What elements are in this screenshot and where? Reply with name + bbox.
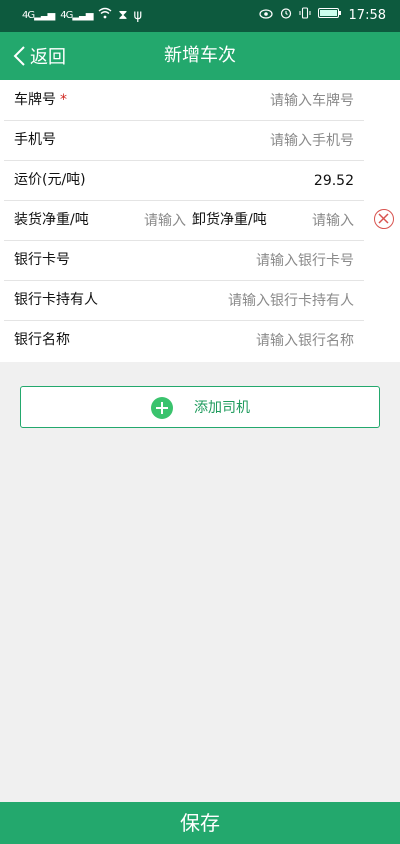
close-icon xyxy=(378,213,389,224)
trip-form: 车牌号* 手机号 运价(元/吨) 装货净重/吨 卸货净重/吨 银行卡号 银行卡持… xyxy=(0,80,400,362)
plus-icon xyxy=(151,397,173,419)
bank-card-label: 银行卡号 xyxy=(14,252,70,268)
hourglass-icon: ⧗ xyxy=(118,7,128,23)
freight-label: 运价(元/吨) xyxy=(14,172,86,188)
freight-row: 运价(元/吨) xyxy=(4,160,364,201)
chevron-left-icon xyxy=(13,46,25,66)
card-holder-input[interactable] xyxy=(152,286,356,316)
bank-name-input[interactable] xyxy=(152,326,356,356)
vibrate-icon xyxy=(299,7,311,23)
wifi-icon xyxy=(98,7,112,23)
status-left: 4G▂▃▅ 4G▂▃▅ ⧗ ψ xyxy=(22,7,142,23)
sim1-label: 4G xyxy=(22,9,35,21)
back-label: 返回 xyxy=(30,47,66,68)
plate-row: 车牌号 * xyxy=(4,80,364,121)
load-weight-input[interactable] xyxy=(124,206,188,236)
freight-input[interactable] xyxy=(152,166,356,196)
bank-name-label: 银行名称 xyxy=(14,332,70,348)
battery-icon xyxy=(317,7,342,23)
required-mark: * xyxy=(60,92,67,108)
load-weight-label: 装货净重/吨 xyxy=(14,212,89,228)
plate-label: 车牌号 * xyxy=(14,80,67,120)
phone-row: 手机号 xyxy=(4,120,364,161)
status-right: 17:58 xyxy=(258,7,386,23)
bank-card-row: 银行卡号 xyxy=(4,240,364,281)
sim2-label: 4G xyxy=(60,9,73,21)
alarm-icon xyxy=(280,7,292,23)
phone-label: 手机号 xyxy=(14,132,56,148)
unload-weight-label: 卸货净重/吨 xyxy=(192,212,267,228)
usb-icon: ψ xyxy=(133,7,143,23)
remove-weight-button[interactable] xyxy=(374,209,394,229)
signal-icon: 4G▂▃▅ xyxy=(22,9,55,21)
save-button[interactable]: 保存 xyxy=(0,802,400,844)
app-bar: 返回 新增车次 xyxy=(0,32,400,80)
plate-input[interactable] xyxy=(152,86,356,116)
back-button[interactable]: 返回 xyxy=(12,32,66,80)
add-driver-button[interactable]: 添加司机 xyxy=(20,386,380,428)
weight-row: 装货净重/吨 卸货净重/吨 xyxy=(4,200,364,241)
eye-icon xyxy=(258,8,273,23)
phone-input[interactable] xyxy=(152,126,356,156)
card-holder-label: 银行卡持有人 xyxy=(14,292,98,308)
add-driver-label: 添加司机 xyxy=(194,400,250,416)
card-holder-row: 银行卡持有人 xyxy=(4,280,364,321)
status-bar: 4G▂▃▅ 4G▂▃▅ ⧗ ψ 17:58 xyxy=(0,0,400,32)
plate-label-text: 车牌号 xyxy=(14,92,56,108)
bank-card-input[interactable] xyxy=(152,246,356,276)
status-time: 17:58 xyxy=(348,7,386,23)
unload-weight-input[interactable] xyxy=(292,206,356,236)
bank-name-row: 银行名称 xyxy=(4,320,364,360)
signal-icon: 4G▂▃▅ xyxy=(60,9,93,21)
